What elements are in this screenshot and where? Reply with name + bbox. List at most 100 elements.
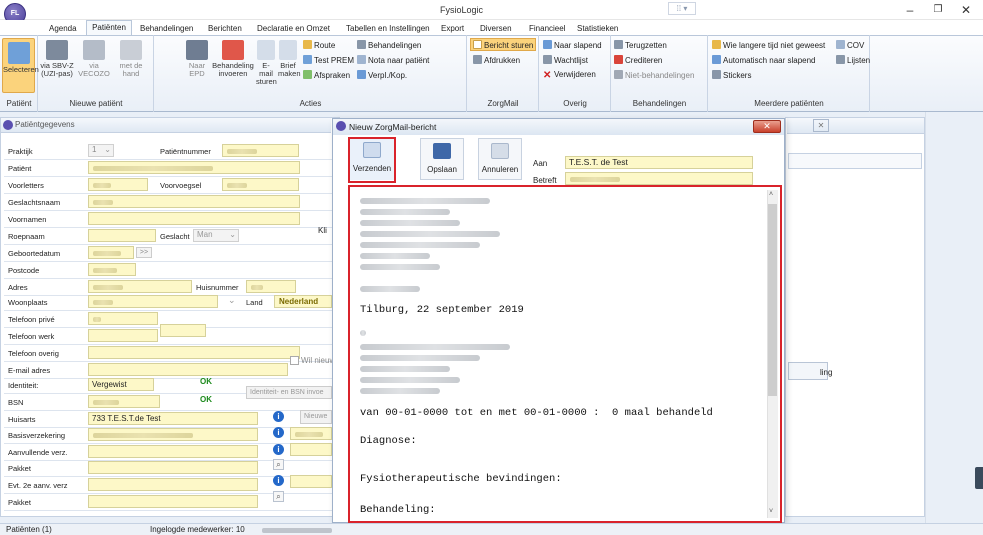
basisverzekering-extra[interactable] bbox=[290, 427, 332, 440]
patient-field[interactable] bbox=[88, 495, 258, 508]
niet-behandelingen-button[interactable]: Niet-behandelingen bbox=[614, 70, 694, 80]
patient-field[interactable]: Vergewist bbox=[88, 378, 154, 391]
printer-icon bbox=[357, 40, 366, 49]
side-handle[interactable] bbox=[975, 467, 983, 489]
automatisch-slapend-button[interactable]: Automatisch naar slapend bbox=[712, 55, 816, 65]
new-via-vecozo-button[interactable]: via VECOZO bbox=[77, 40, 111, 78]
verpl-kop-button[interactable]: Verpl./Kop. bbox=[357, 70, 407, 80]
praktijk-select[interactable]: 1 ⌄ bbox=[88, 144, 114, 157]
betreft-field[interactable] bbox=[565, 172, 753, 185]
patient-field[interactable] bbox=[88, 263, 136, 276]
panel-close-icon[interactable]: ✕ bbox=[813, 119, 829, 132]
undo-icon bbox=[614, 40, 623, 49]
naar-slapend-button[interactable]: Naar slapend bbox=[543, 40, 602, 50]
nota-button[interactable]: Nota naar patiënt bbox=[357, 55, 429, 65]
patient-field[interactable] bbox=[88, 195, 300, 208]
email-sturen-button[interactable]: E-mail sturen bbox=[256, 40, 277, 86]
patient-field[interactable]: 733 T.E.S.T.de Test bbox=[88, 412, 258, 425]
printer-icon bbox=[712, 70, 721, 79]
lijsten-button[interactable]: Lijsten bbox=[836, 55, 870, 65]
treatment-icon bbox=[222, 40, 244, 60]
identiteit-bsn-button[interactable]: Identiteit- en BSN invoe bbox=[246, 386, 332, 399]
wie-langere-tijd-button[interactable]: Wie langere tijd niet geweest bbox=[712, 40, 825, 50]
info-icon[interactable]: i bbox=[273, 411, 284, 422]
info-icon[interactable]: i bbox=[273, 427, 284, 438]
wil-nieuwsbrief-checkbox[interactable] bbox=[290, 356, 299, 365]
test-prem-button[interactable]: Test PREM bbox=[303, 55, 354, 65]
select-button[interactable]: Selecteren bbox=[2, 38, 39, 93]
tab-declaratie[interactable]: Declaratie en Omzet bbox=[257, 24, 330, 33]
info-icon[interactable]: i bbox=[273, 475, 284, 486]
quick-access-toolbar[interactable]: ⁞⁞ ▾ bbox=[668, 2, 696, 15]
row-divider bbox=[4, 278, 334, 279]
new-via-sbvz-button[interactable]: via SBV-Z (UZI-pas) bbox=[40, 40, 74, 78]
huisnummer-field[interactable] bbox=[246, 280, 296, 293]
group-label-patient: Patiënt bbox=[6, 99, 32, 108]
verwijderen-button[interactable]: ✕ Verwijderen bbox=[543, 70, 596, 81]
tab-diversen[interactable]: Diversen bbox=[480, 24, 512, 33]
patientnummer-field[interactable] bbox=[222, 144, 299, 157]
tab-statistieken[interactable]: Statistieken bbox=[577, 24, 618, 33]
patient-field[interactable] bbox=[88, 346, 300, 359]
patient-field[interactable] bbox=[88, 246, 134, 259]
aanvullende-extra[interactable] bbox=[290, 443, 332, 456]
patient-field[interactable] bbox=[88, 161, 300, 174]
patient-field[interactable] bbox=[88, 229, 156, 242]
tab-behandelingen[interactable]: Behandelingen bbox=[140, 24, 193, 33]
patient-field[interactable] bbox=[88, 178, 148, 191]
patient-field[interactable] bbox=[88, 445, 258, 458]
tab-financieel[interactable]: Financieel bbox=[529, 24, 565, 33]
wachtlijst-button[interactable]: Wachtlijst bbox=[543, 55, 588, 65]
close-window-button[interactable]: ✕ bbox=[949, 0, 983, 20]
dialog-close-button[interactable]: ✕ bbox=[753, 120, 781, 133]
tab-patienten[interactable]: Patiënten bbox=[86, 20, 132, 36]
date-picker-button[interactable]: >> bbox=[136, 247, 152, 258]
patient-field[interactable] bbox=[88, 363, 288, 376]
patient-field[interactable] bbox=[88, 295, 218, 308]
patient-field[interactable] bbox=[88, 395, 160, 408]
cov-button[interactable]: COV bbox=[836, 40, 864, 50]
geslacht-select[interactable]: Man ⌄ bbox=[193, 229, 239, 242]
geslacht-label: Geslacht bbox=[160, 232, 190, 241]
behandelingen-button[interactable]: Behandelingen bbox=[357, 40, 421, 50]
afdrukken-button[interactable]: Afdrukken bbox=[473, 55, 520, 65]
patient-field[interactable] bbox=[88, 280, 192, 293]
dialog-title-bar: Nieuw ZorgMail-bericht bbox=[333, 119, 784, 135]
btn-label: met de hand bbox=[119, 61, 143, 78]
terugzetten-button[interactable]: Terugzetten bbox=[614, 40, 667, 50]
opslaan-button[interactable]: Opslaan bbox=[420, 138, 464, 180]
tab-agenda[interactable]: Agenda bbox=[49, 24, 77, 33]
aan-field[interactable]: T.E.S.T. de Test bbox=[565, 156, 753, 169]
status-user: Ingelogde medewerker: 10 bbox=[150, 525, 245, 534]
btn-label: via VECOZO bbox=[78, 61, 110, 78]
stickers-button[interactable]: Stickers bbox=[712, 70, 751, 80]
annuleren-button[interactable]: Annuleren bbox=[478, 138, 522, 180]
evt-aanv-extra[interactable] bbox=[290, 475, 332, 488]
bericht-sturen-button[interactable]: Bericht sturen bbox=[470, 38, 536, 51]
patient-field[interactable] bbox=[88, 478, 258, 491]
route-button[interactable]: Route bbox=[303, 40, 335, 50]
tab-tabellen[interactable]: Tabellen en Instellingen bbox=[346, 24, 430, 33]
crediteren-button[interactable]: Crediteren bbox=[614, 55, 662, 65]
nieuwe-button[interactable]: Nieuwe bbox=[300, 410, 332, 424]
patient-field[interactable] bbox=[88, 461, 258, 474]
naar-epd-button[interactable]: Naar EPD bbox=[184, 40, 210, 78]
patient-field[interactable] bbox=[88, 312, 158, 325]
voorvoegsel-field[interactable] bbox=[222, 178, 299, 191]
tab-berichten[interactable]: Berichten bbox=[208, 24, 242, 33]
info-icon[interactable]: i bbox=[273, 444, 284, 455]
new-by-hand-button[interactable]: met de hand bbox=[114, 40, 148, 78]
search-icon[interactable]: ⌕ bbox=[273, 459, 284, 470]
patient-field[interactable] bbox=[88, 212, 300, 225]
patient-field[interactable] bbox=[88, 428, 258, 441]
behandeling-invoeren-button[interactable]: Behandeling invoeren bbox=[212, 40, 254, 78]
afspraken-button[interactable]: Afspraken bbox=[303, 70, 350, 80]
search-icon[interactable]: ⌕ bbox=[273, 491, 284, 502]
tab-export[interactable]: Export bbox=[441, 24, 464, 33]
telefoon-werk-extra[interactable] bbox=[160, 324, 206, 337]
chevron-down-icon[interactable]: ⌄ bbox=[228, 295, 236, 306]
land-field[interactable]: Nederland bbox=[274, 295, 332, 308]
brief-maken-button[interactable]: Brief maken bbox=[278, 40, 301, 78]
patient-field[interactable] bbox=[88, 329, 158, 342]
field-label: Voorletters bbox=[8, 181, 44, 190]
